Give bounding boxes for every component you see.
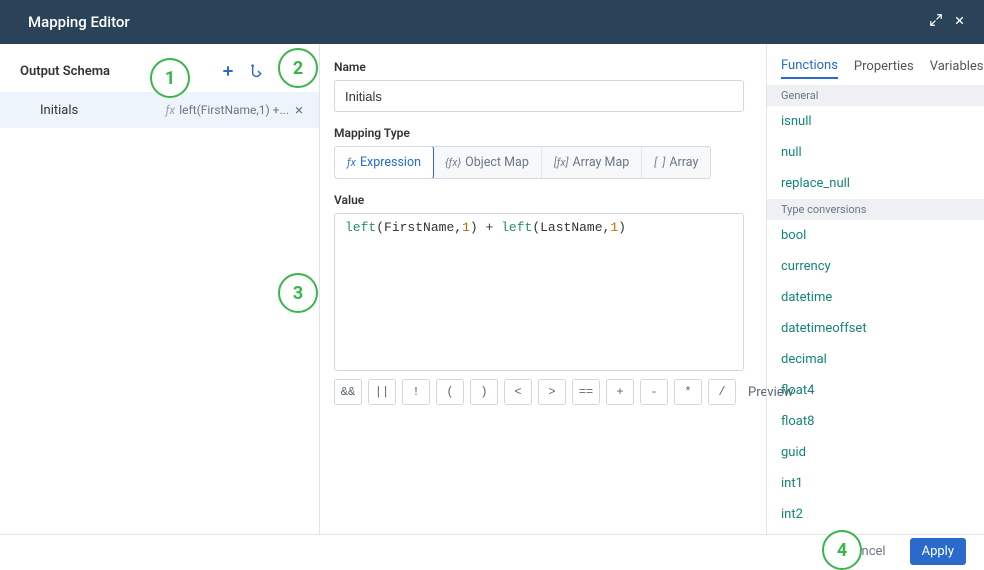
close-icon[interactable]: [953, 14, 966, 31]
fn-item[interactable]: replace_null: [767, 168, 984, 199]
op-eq[interactable]: ==: [572, 379, 600, 405]
fx-prefix-icon: ƒx: [347, 156, 356, 169]
add-icon[interactable]: [217, 60, 239, 82]
search-icon[interactable]: [277, 60, 299, 82]
window-title: Mapping Editor: [28, 13, 130, 31]
expand-icon[interactable]: [929, 13, 943, 31]
fn-item[interactable]: bool: [767, 220, 984, 251]
op-or[interactable]: ||: [368, 379, 396, 405]
mt-label: Array Map: [572, 155, 629, 170]
tab-functions[interactable]: Functions: [781, 58, 838, 79]
fn-item[interactable]: currency: [767, 251, 984, 282]
fx-icon: ƒx: [165, 103, 175, 117]
mt-label: Expression: [360, 155, 421, 170]
op-rparen[interactable]: ): [470, 379, 498, 405]
window-header: Mapping Editor: [0, 0, 984, 44]
mapping-type-group: ƒx Expression {ƒx} Object Map [ƒx] Array…: [334, 146, 711, 179]
op-and[interactable]: &&: [334, 379, 362, 405]
op-div[interactable]: /: [708, 379, 736, 405]
operator-row: && || ! ( ) < > == + - * / Preview: [334, 379, 744, 405]
array-icon: [ ]: [654, 156, 665, 169]
schema-tool-icon[interactable]: [247, 60, 269, 82]
fn-item[interactable]: float8: [767, 406, 984, 437]
output-schema-pane: Output Schema Initials ƒx left(FirstName…: [0, 44, 320, 534]
tab-variables[interactable]: Variables: [930, 59, 984, 78]
fn-item[interactable]: int1: [767, 468, 984, 499]
op-not[interactable]: !: [402, 379, 430, 405]
mt-label: Array: [669, 155, 698, 170]
fn-section-type-conversions: Type conversions: [767, 199, 984, 220]
fn-item[interactable]: datetimeoffset: [767, 313, 984, 344]
schema-row-delete-icon[interactable]: ×: [289, 101, 309, 119]
op-lt[interactable]: <: [504, 379, 532, 405]
fn-item[interactable]: isnull: [767, 106, 984, 137]
mapping-type-array[interactable]: [ ] Array: [642, 147, 710, 178]
op-plus[interactable]: +: [606, 379, 634, 405]
mapping-type-expression[interactable]: ƒx Expression: [334, 146, 434, 179]
fn-item[interactable]: guid: [767, 437, 984, 468]
fn-item[interactable]: int4: [767, 530, 984, 534]
fn-item[interactable]: decimal: [767, 344, 984, 375]
fx-brace-icon: {ƒx}: [445, 156, 461, 169]
schema-row-expr: left(FirstName,1) +...: [179, 103, 289, 117]
mapping-type-array-map[interactable]: [ƒx] Array Map: [542, 147, 642, 178]
name-label: Name: [334, 60, 744, 74]
fn-item[interactable]: float4: [767, 375, 984, 406]
op-mul[interactable]: *: [674, 379, 702, 405]
schema-row[interactable]: Initials ƒx left(FirstName,1) +... ×: [0, 92, 319, 128]
mapping-type-label: Mapping Type: [334, 126, 744, 140]
editor-pane: Name Mapping Type ƒx Expression {ƒx} Obj…: [320, 44, 766, 534]
op-gt[interactable]: >: [538, 379, 566, 405]
functions-pane: Functions Properties Variables General i…: [766, 44, 984, 534]
output-schema-title: Output Schema: [20, 64, 209, 79]
fn-section-general: General: [767, 85, 984, 106]
op-minus[interactable]: -: [640, 379, 668, 405]
fx-bracket-icon: [ƒx]: [554, 156, 569, 169]
mt-label: Object Map: [465, 155, 529, 170]
apply-button[interactable]: Apply: [910, 538, 966, 565]
value-label: Value: [334, 193, 744, 207]
mapping-type-object-map[interactable]: {ƒx} Object Map: [433, 147, 542, 178]
footer: Cancel Apply: [0, 534, 984, 568]
fn-item[interactable]: datetime: [767, 282, 984, 313]
tab-properties[interactable]: Properties: [854, 59, 914, 78]
fn-item[interactable]: null: [767, 137, 984, 168]
expression-editor[interactable]: left(FirstName,1) + left(LastName,1): [334, 213, 744, 371]
op-lparen[interactable]: (: [436, 379, 464, 405]
schema-row-name: Initials: [40, 103, 165, 118]
fn-item[interactable]: int2: [767, 499, 984, 530]
cancel-button[interactable]: Cancel: [834, 538, 898, 565]
name-input[interactable]: [334, 80, 744, 112]
